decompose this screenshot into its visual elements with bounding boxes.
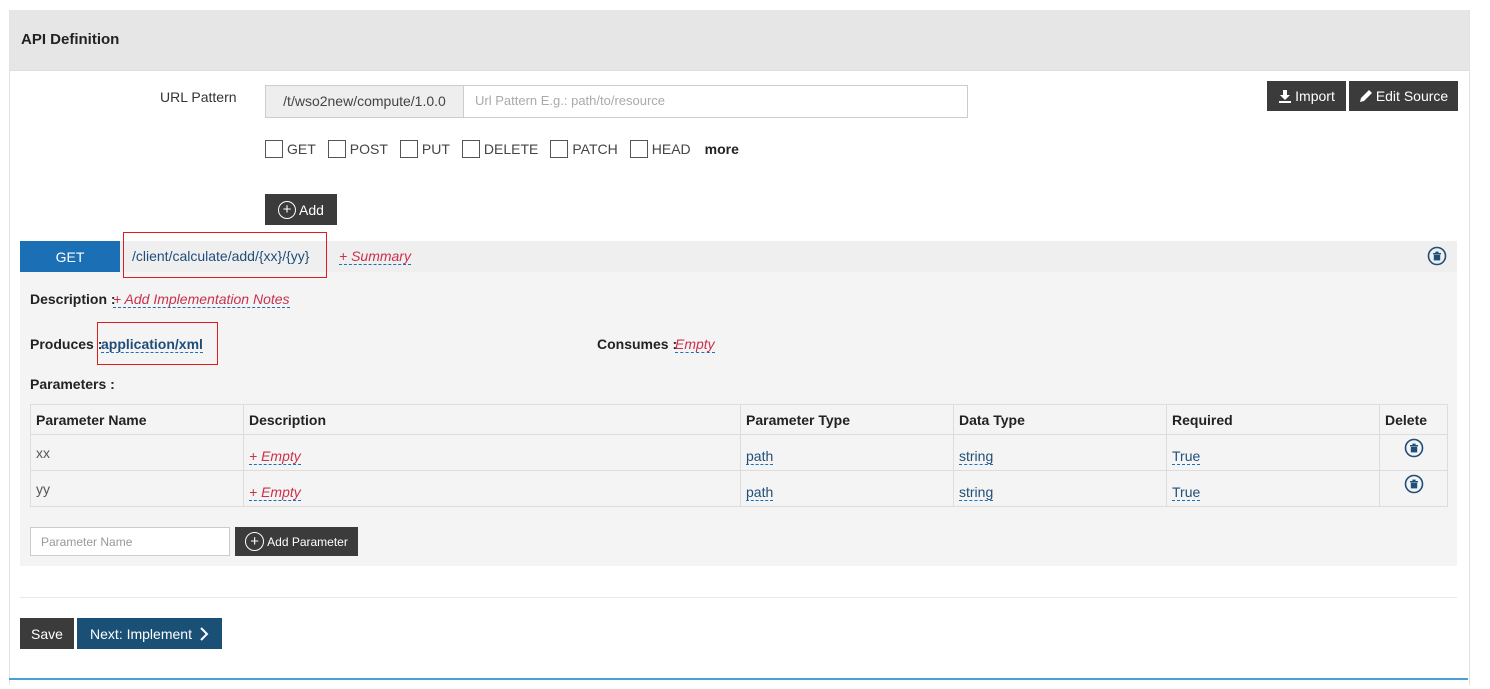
param-required[interactable]: True	[1172, 448, 1201, 465]
summary-link[interactable]: + Summary	[339, 248, 411, 265]
column-header: Parameter Name	[30, 404, 244, 435]
add-parameter-button[interactable]: + Add Parameter	[235, 527, 358, 556]
param-name: yy	[36, 480, 50, 497]
method-label: PUT	[421, 141, 450, 157]
param-data-type[interactable]: string	[959, 484, 994, 501]
param-description[interactable]: + Empty	[249, 484, 301, 501]
import-button[interactable]: Import	[1267, 81, 1346, 111]
method-label: POST	[349, 141, 388, 157]
checkbox[interactable]	[461, 140, 480, 158]
panel-title: API Definition	[21, 31, 120, 48]
edit-source-label: Edit Source	[1375, 88, 1449, 104]
consumes-value[interactable]: Empty	[675, 336, 715, 353]
param-type[interactable]: path	[746, 484, 774, 501]
checkbox[interactable]	[265, 140, 283, 158]
table-row: yy + Empty path string True	[30, 470, 1448, 507]
table-row: xx + Empty path string True	[30, 434, 1448, 471]
param-data-type[interactable]: string	[959, 448, 994, 465]
parameters-table: Parameter Name Description Parameter Typ…	[30, 404, 1448, 507]
column-header: Description	[243, 404, 741, 435]
chevron-right-icon	[200, 626, 209, 641]
column-header: Required	[1166, 404, 1380, 435]
more-link[interactable]: more	[705, 141, 739, 157]
parameters-label: Parameters :	[30, 376, 115, 392]
checkbox[interactable]	[629, 140, 648, 158]
highlight-box-path	[123, 232, 327, 278]
add-label: Add	[299, 201, 324, 218]
add-resource-button[interactable]: + Add	[265, 194, 337, 225]
method-label: GET	[287, 141, 316, 157]
param-description[interactable]: + Empty	[249, 448, 301, 465]
checkbox[interactable]	[550, 140, 569, 158]
method-checkboxes: GET POST PUT DELETE PATCH HEAD more	[265, 140, 739, 158]
column-header: Delete	[1379, 404, 1448, 435]
method-label: PATCH	[572, 141, 618, 157]
method-head[interactable]: HEAD	[629, 140, 691, 158]
produces-label: Produces :	[30, 336, 103, 352]
url-pattern-input[interactable]	[465, 86, 980, 115]
consumes-label: Consumes :	[597, 336, 678, 352]
panel-header: API Definition	[10, 10, 1469, 71]
table-header-row: Parameter Name Description Parameter Typ…	[30, 404, 1448, 435]
panel-bottom-border	[9, 678, 1468, 680]
add-parameter-label: Add Parameter	[267, 534, 348, 549]
pencil-icon	[1359, 90, 1372, 102]
divider	[20, 597, 1457, 598]
next-label: Next: Implement	[90, 625, 192, 642]
method-badge[interactable]: GET	[20, 241, 120, 272]
param-required[interactable]: True	[1172, 484, 1201, 501]
url-prefix: /t/wso2new/compute/1.0.0	[266, 86, 464, 117]
method-get[interactable]: GET	[265, 140, 316, 158]
delete-param-icon[interactable]	[1404, 438, 1424, 458]
plus-circle-icon: +	[278, 200, 297, 219]
method-label: DELETE	[483, 141, 539, 157]
import-label: Import	[1295, 88, 1335, 104]
save-button[interactable]: Save	[20, 618, 74, 649]
edit-source-button[interactable]: Edit Source	[1349, 81, 1458, 111]
method-label: HEAD	[651, 141, 691, 157]
url-pattern-label: URL Pattern	[160, 89, 237, 105]
url-pattern-group: /t/wso2new/compute/1.0.0	[265, 85, 980, 118]
method-post[interactable]: POST	[327, 140, 388, 158]
delete-param-icon[interactable]	[1404, 474, 1424, 494]
param-name: xx	[36, 444, 50, 461]
column-header: Parameter Type	[740, 404, 954, 435]
param-type[interactable]: path	[746, 448, 774, 465]
delete-resource-icon[interactable]	[1427, 246, 1447, 266]
column-header: Data Type	[953, 404, 1167, 435]
checkbox[interactable]	[399, 140, 418, 158]
method-delete[interactable]: DELETE	[461, 140, 539, 158]
highlight-box-produces	[97, 322, 218, 365]
implementation-notes-link[interactable]: + Add Implementation Notes	[113, 291, 290, 308]
parameter-name-input[interactable]	[30, 527, 230, 556]
method-put[interactable]: PUT	[399, 140, 450, 158]
description-label: Description :	[30, 291, 116, 307]
checkbox[interactable]	[327, 140, 346, 158]
download-icon	[1279, 90, 1292, 103]
next-implement-button[interactable]: Next: Implement	[77, 618, 222, 649]
method-patch[interactable]: PATCH	[550, 140, 618, 158]
plus-circle-icon: +	[245, 532, 265, 551]
